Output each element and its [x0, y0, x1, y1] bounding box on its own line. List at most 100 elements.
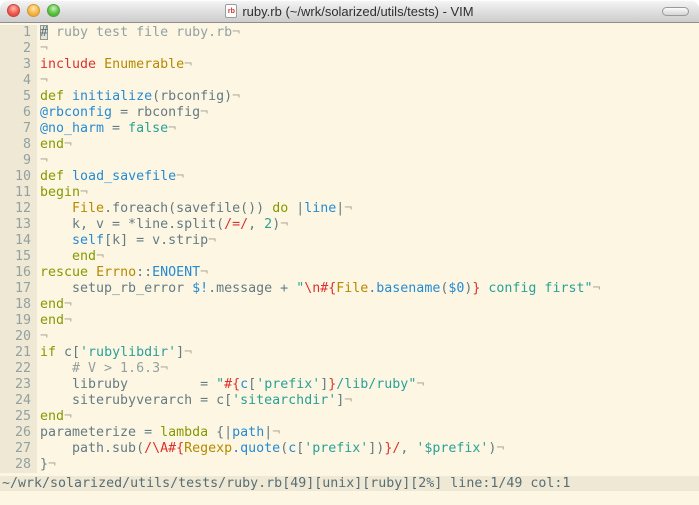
eol-marker: ¬ — [344, 201, 352, 216]
code-line[interactable]: 11begin¬ — [0, 185, 699, 201]
eol-marker: ¬ — [232, 25, 240, 40]
code-token: parameterize = — [40, 425, 160, 440]
code-token: rescue — [40, 265, 88, 280]
code-line[interactable]: 8end¬ — [0, 137, 699, 153]
line-number: 1 — [0, 25, 37, 41]
code-line[interactable]: 26parameterize = lambda {|path|¬ — [0, 425, 699, 441]
code-token: lambda — [160, 425, 208, 440]
code-token: ) — [272, 217, 280, 232]
code-line[interactable]: 3include Enumerable¬ — [0, 57, 699, 73]
toolbar-toggle-button[interactable] — [662, 7, 689, 16]
code-token: ENOENT — [152, 265, 200, 280]
code-token: basename — [376, 281, 440, 296]
code-token: ruby test file ruby.rb — [48, 25, 232, 40]
code-line[interactable]: 16rescue Errno::ENOENT¬ — [0, 265, 699, 281]
code-line[interactable]: 10def load_savefile¬ — [0, 169, 699, 185]
eol-marker: ¬ — [592, 281, 600, 296]
code-line[interactable]: 12 File.foreach(savefile()) do |line|¬ — [0, 201, 699, 217]
code-line[interactable]: 1# ruby test file ruby.rb¬ — [0, 25, 699, 41]
line-number: 23 — [0, 377, 37, 393]
code-token: config first" — [480, 281, 592, 296]
code-token — [64, 89, 72, 104]
code-line[interactable]: 14 self[k] = v.strip¬ — [0, 233, 699, 249]
minimize-button[interactable] — [27, 4, 40, 17]
line-number: 21 — [0, 345, 37, 361]
code-line[interactable]: 6@rbconfig = rbconfig¬ — [0, 105, 699, 121]
code-token — [40, 233, 72, 248]
code-token: initialize — [72, 89, 152, 104]
code-token: " — [296, 281, 304, 296]
code-line[interactable]: 4¬ — [0, 73, 699, 89]
code-token: end — [40, 137, 64, 152]
eol-marker: ¬ — [40, 73, 48, 88]
code-token: [ — [248, 377, 256, 392]
code-token: libruby = — [40, 377, 216, 392]
eol-marker: ¬ — [160, 361, 168, 376]
code-token: include — [40, 57, 96, 72]
line-number: 8 — [0, 137, 37, 153]
code-token: # V > 1.6.3 — [40, 361, 160, 376]
code-token: c[ — [56, 345, 80, 360]
code-token: Regexp — [184, 441, 232, 456]
code-line[interactable]: 19end¬ — [0, 313, 699, 329]
line-number: 14 — [0, 233, 37, 249]
eol-marker: ¬ — [344, 393, 352, 408]
zoom-button[interactable] — [47, 4, 60, 17]
eol-marker: ¬ — [272, 425, 280, 440]
code-line[interactable]: 7@no_harm = false¬ — [0, 121, 699, 137]
code-token: {| — [208, 425, 232, 440]
code-line[interactable]: 25end¬ — [0, 409, 699, 425]
code-line[interactable]: 23 libruby = "#{c['prefix']}/lib/ruby"¬ — [0, 377, 699, 393]
code-token: begin — [40, 185, 80, 200]
code-line[interactable]: 15 end¬ — [0, 249, 699, 265]
code-token: ]) — [368, 441, 384, 456]
code-area[interactable]: 1# ruby test file ruby.rb¬2¬3include Enu… — [0, 23, 699, 476]
eol-marker: ¬ — [64, 313, 72, 328]
code-token — [40, 249, 72, 264]
code-token: $0 — [448, 281, 464, 296]
line-number: 19 — [0, 313, 37, 329]
code-line[interactable]: 20¬ — [0, 329, 699, 345]
code-token — [40, 201, 72, 216]
line-number: 7 — [0, 121, 37, 137]
eol-marker: ¬ — [168, 121, 176, 136]
line-number: 22 — [0, 361, 37, 377]
eol-marker: ¬ — [40, 41, 48, 56]
code-token: '$prefix' — [416, 441, 488, 456]
code-line[interactable]: 9¬ — [0, 153, 699, 169]
eol-marker: ¬ — [184, 345, 192, 360]
line-number: 11 — [0, 185, 37, 201]
code-token: path — [232, 425, 264, 440]
line-number: 4 — [0, 73, 37, 89]
code-token: .message + — [208, 281, 296, 296]
code-token — [88, 265, 96, 280]
line-number: 5 — [0, 89, 37, 105]
title-bar[interactable]: rb ruby.rb (~/wrk/solarized/utils/tests)… — [0, 0, 699, 23]
line-number: 9 — [0, 153, 37, 169]
code-token: , — [400, 441, 416, 456]
code-line[interactable]: 17 setup_rb_error $!.message + "\n#{File… — [0, 281, 699, 297]
code-line[interactable]: 28}¬ — [0, 457, 699, 473]
code-line[interactable]: 24 siterubyverarch = c['sitearchdir']¬ — [0, 393, 699, 409]
code-line[interactable]: 5def initialize(rbconfig)¬ — [0, 89, 699, 105]
command-line — [0, 491, 699, 505]
code-line[interactable]: 22 # V > 1.6.3¬ — [0, 361, 699, 377]
code-line[interactable]: 13 k, v = *line.split(/=/, 2)¬ — [0, 217, 699, 233]
eol-marker: ¬ — [64, 297, 72, 312]
line-number: 17 — [0, 281, 37, 297]
code-token: if — [40, 345, 56, 360]
code-token — [64, 169, 72, 184]
code-line[interactable]: 21if c['rubylibdir']¬ — [0, 345, 699, 361]
code-token: end — [40, 297, 64, 312]
code-line[interactable]: 27 path.sub(/\A#{Regexp.quote(c['prefix'… — [0, 441, 699, 457]
eol-marker: ¬ — [200, 105, 208, 120]
code-token: /\A#{ — [144, 441, 184, 456]
code-token: File — [72, 201, 104, 216]
close-button[interactable] — [7, 4, 20, 17]
eol-marker: ¬ — [64, 137, 72, 152]
code-line[interactable]: 2¬ — [0, 41, 699, 57]
code-token: line — [304, 201, 336, 216]
code-line[interactable]: 18end¬ — [0, 297, 699, 313]
code-token: @no_harm — [40, 121, 104, 136]
eol-marker: ¬ — [176, 169, 184, 184]
